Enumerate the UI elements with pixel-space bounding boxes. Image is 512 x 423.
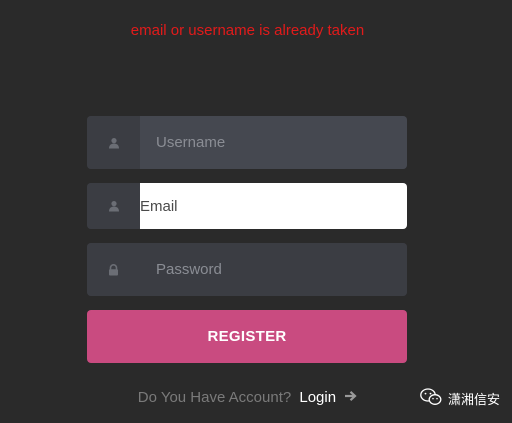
email-input[interactable] <box>140 183 407 229</box>
password-field <box>87 243 407 296</box>
arrow-right-icon[interactable] <box>344 388 357 408</box>
error-message: email or username is already taken <box>130 22 365 39</box>
register-button[interactable]: REGISTER <box>87 310 407 363</box>
user-icon <box>87 183 140 229</box>
watermark: 潇湘信安 <box>420 387 500 409</box>
watermark-text: 潇湘信安 <box>448 391 501 407</box>
wechat-icon <box>420 387 442 409</box>
username-input[interactable] <box>140 116 407 169</box>
lock-icon <box>87 243 140 296</box>
password-input[interactable] <box>140 243 407 296</box>
login-question: Do You Have Account? <box>137 389 292 406</box>
user-icon <box>87 116 140 169</box>
username-field <box>87 116 407 169</box>
register-page: email or username is already taken Usern… <box>0 0 512 423</box>
email-field <box>87 183 407 229</box>
login-link[interactable]: Login <box>299 389 336 406</box>
